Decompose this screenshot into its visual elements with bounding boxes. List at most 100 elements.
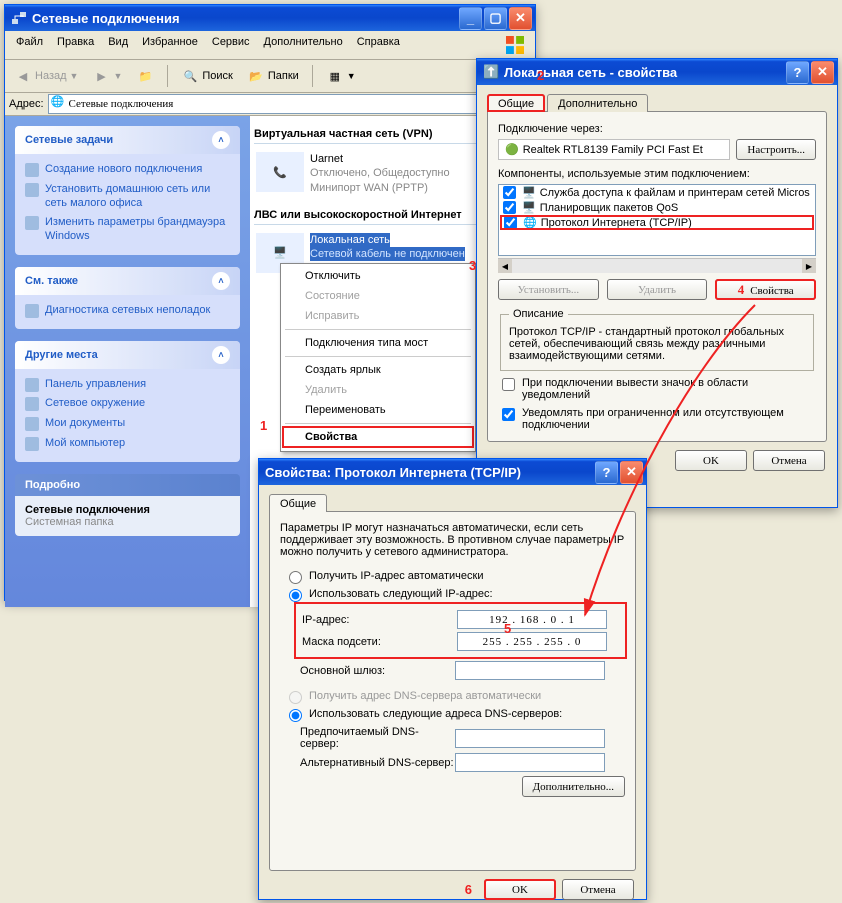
ok-button[interactable]: OK — [484, 879, 556, 900]
views-button[interactable]: ▦▼ — [321, 64, 361, 88]
details-box: Подробно Сетевые подключения Системная п… — [15, 474, 240, 536]
gw-input[interactable] — [455, 661, 605, 680]
address-bar: Адрес: 🌐 ▶ П — [5, 93, 535, 116]
forward-button[interactable]: ▶▼ — [87, 64, 127, 88]
place-computer[interactable]: Мой компьютер — [25, 434, 230, 454]
menu-favorites[interactable]: Избранное — [135, 33, 205, 57]
network-tasks-box: Сетевые задачи ˄ Создание нового подключе… — [15, 126, 240, 255]
comp-checkbox[interactable] — [504, 216, 517, 229]
task-new-connection[interactable]: Создание нового подключения — [25, 160, 230, 180]
ctx-status: Состояние — [283, 286, 473, 306]
ctx-rename[interactable]: Переименовать — [283, 400, 473, 420]
collapse-icon[interactable]: ˄ — [212, 131, 230, 149]
toolbar: ◀Назад▼ ▶▼ 📁 🔍Поиск 📂Папки ▦▼ — [5, 60, 535, 93]
components-label: Компоненты, используемые этим подключени… — [498, 168, 816, 180]
comp-tcpip[interactable]: 🌐Протокол Интернета (TCP/IP) — [500, 215, 814, 230]
place-network[interactable]: Сетевое окружение — [25, 394, 230, 414]
ctx-disable[interactable]: Отключить — [283, 266, 473, 286]
radio-manual-dns[interactable] — [289, 709, 302, 722]
remove-button[interactable]: Удалить — [607, 279, 708, 300]
ip-label: IP-адрес: — [302, 614, 457, 626]
menu-tools[interactable]: Сервис — [205, 33, 257, 57]
close-button[interactable]: ✕ — [620, 461, 643, 484]
install-button[interactable]: Установить... — [498, 279, 599, 300]
maximize-button[interactable]: ▢ — [484, 7, 507, 30]
radio-auto-ip[interactable] — [289, 571, 302, 584]
ctx-properties[interactable]: Свойства — [283, 427, 473, 447]
titlebar[interactable]: ⬆️ Локальная сеть - свойства ? ✕ — [477, 59, 837, 85]
connect-via-label: Подключение через: — [498, 123, 816, 135]
cancel-button[interactable]: Отмена — [753, 450, 825, 471]
dns1-input[interactable] — [455, 729, 605, 748]
menu-edit[interactable]: Правка — [50, 33, 101, 57]
help-button[interactable]: ? — [786, 61, 809, 84]
adapter-name: Realtek RTL8139 Family PCI Fast Et — [523, 144, 703, 156]
place-documents[interactable]: Мои документы — [25, 414, 230, 434]
menu-help[interactable]: Справка — [350, 33, 407, 57]
back-button[interactable]: ◀Назад▼ — [9, 64, 83, 88]
close-button[interactable]: ✕ — [811, 61, 834, 84]
window-title: Локальная сеть - свойства — [504, 65, 786, 80]
description-header: Описание — [509, 308, 568, 320]
uarnet-status: Отключено, Общедоступно — [310, 166, 450, 180]
network-tasks-header: Сетевые задачи — [25, 134, 113, 146]
advanced-button[interactable]: Дополнительно... — [522, 776, 625, 797]
help-button[interactable]: ? — [595, 461, 618, 484]
comp-checkbox[interactable] — [503, 186, 516, 199]
task-home-network[interactable]: Установить домашнюю сеть или сеть малого… — [25, 180, 230, 214]
mask-input[interactable]: 255 . 255 . 255 . 0 — [457, 632, 607, 651]
gw-label: Основной шлюз: — [300, 665, 455, 677]
see-diagnostics[interactable]: Диагностика сетевых неполадок — [25, 301, 230, 321]
auto-ip-label: Получить IP-адрес автоматически — [309, 570, 483, 582]
dns2-input[interactable] — [455, 753, 605, 772]
tcpip-properties-window: Свойства: Протокол Интернета (TCP/IP) ? … — [258, 458, 647, 900]
description-text: Протокол TCP/IP - стандартный протокол г… — [509, 326, 805, 362]
task-firewall[interactable]: Изменить параметры брандмауэра Windows — [25, 213, 230, 247]
lan-icon: ⬆️ — [483, 64, 499, 80]
collapse-icon[interactable]: ˄ — [212, 346, 230, 364]
tab-general[interactable]: Общие — [487, 94, 545, 112]
comp-file-sharing[interactable]: 🖥️Служба доступа к файлам и принтерам се… — [499, 185, 815, 200]
tray-label: При подключении вывести значок в области… — [522, 377, 816, 401]
lan-status: Сетевой кабель не подключен — [310, 247, 465, 261]
configure-button[interactable]: Настроить... — [736, 139, 816, 160]
context-menu: Отключить Состояние Исправить Подключени… — [280, 263, 476, 452]
up-button[interactable]: 📁 — [131, 64, 159, 88]
ctx-shortcut[interactable]: Создать ярлык — [283, 360, 473, 380]
collapse-icon[interactable]: ˄ — [212, 272, 230, 290]
address-input[interactable] — [48, 94, 494, 114]
tab-advanced[interactable]: Дополнительно — [547, 94, 648, 112]
ok-button[interactable]: OK — [675, 450, 747, 471]
properties-button[interactable]: 4Свойства — [715, 279, 816, 300]
search-button[interactable]: 🔍Поиск — [176, 64, 237, 88]
ip-input[interactable]: 192 . 168 . 0 . 1 — [457, 610, 607, 629]
minimize-button[interactable]: _ — [459, 7, 482, 30]
views-icon: ▦ — [326, 67, 344, 85]
search-icon: 🔍 — [181, 67, 199, 85]
folders-button[interactable]: 📂Папки — [242, 64, 304, 88]
notify-label: Уведомлять при ограниченном или отсутств… — [522, 407, 816, 431]
manual-ip-label: Использовать следующий IP-адрес: — [309, 588, 493, 600]
notify-checkbox[interactable] — [502, 408, 515, 421]
components-list[interactable]: 🖥️Служба доступа к файлам и принтерам се… — [498, 184, 816, 256]
forward-icon: ▶ — [92, 67, 110, 85]
cancel-button[interactable]: Отмена — [562, 879, 634, 900]
comp-icon: 🌐 — [523, 216, 537, 229]
place-control-panel[interactable]: Панель управления — [25, 375, 230, 395]
close-button[interactable]: ✕ — [509, 7, 532, 30]
radio-manual-ip[interactable] — [289, 589, 302, 602]
ctx-bridge[interactable]: Подключения типа мост — [283, 333, 473, 353]
menu-file[interactable]: Файл — [9, 33, 50, 57]
comp-qos[interactable]: 🖥️Планировщик пакетов QoS — [499, 200, 815, 215]
ctx-delete: Удалить — [283, 380, 473, 400]
titlebar[interactable]: Сетевые подключения _ ▢ ✕ — [5, 5, 535, 31]
tab-general[interactable]: Общие — [269, 494, 327, 512]
comp-checkbox[interactable] — [503, 201, 516, 214]
menu-advanced[interactable]: Дополнительно — [257, 33, 350, 57]
titlebar[interactable]: Свойства: Протокол Интернета (TCP/IP) ? … — [259, 459, 646, 485]
tray-checkbox[interactable] — [502, 378, 515, 391]
scrollbar[interactable]: ◀▶ — [498, 258, 816, 273]
back-icon: ◀ — [14, 67, 32, 85]
details-header: Подробно — [25, 479, 80, 491]
menu-view[interactable]: Вид — [101, 33, 135, 57]
